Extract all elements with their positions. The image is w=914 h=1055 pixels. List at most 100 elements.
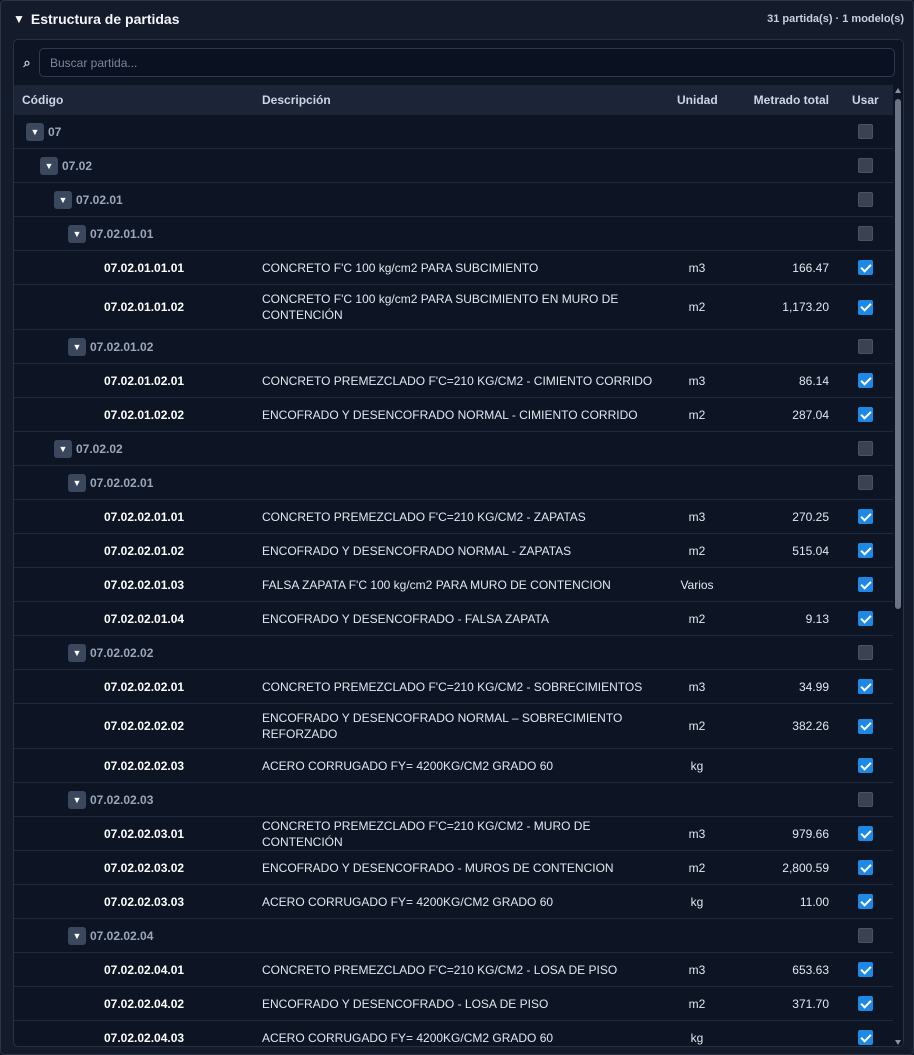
use-checkbox[interactable] <box>858 577 873 592</box>
table-row[interactable]: 07.02.02.03.03 ACERO CORRUGADO FY= 4200KG… <box>14 885 893 919</box>
column-header-quantity[interactable]: Metrado total <box>754 93 829 107</box>
use-cell <box>858 851 873 884</box>
vertical-scrollbar[interactable] <box>893 85 903 1046</box>
use-checkbox[interactable] <box>858 192 873 207</box>
scroll-up-arrow-icon[interactable] <box>895 88 901 93</box>
table-row[interactable]: 07.02.01.02.02 ENCOFRADO Y DESENCOFRADO N… <box>14 398 893 432</box>
table-row[interactable]: 07.02.02.03.01 CONCRETO PREMEZCLADO F'C=2… <box>14 817 893 851</box>
description-cell: ENCOFRADO Y DESENCOFRADO - MUROS DE CONT… <box>262 860 614 875</box>
use-checkbox[interactable] <box>858 339 873 354</box>
use-checkbox[interactable] <box>858 792 873 807</box>
scroll-down-arrow-icon[interactable] <box>895 1040 901 1045</box>
group-row[interactable]: ▼ 07.02 <box>14 149 893 183</box>
use-checkbox[interactable] <box>858 260 873 275</box>
expand-toggle-icon[interactable]: ▼ <box>68 224 86 243</box>
table-row[interactable]: 07.02.02.04.01 CONCRETO PREMEZCLADO F'C=2… <box>14 953 893 987</box>
table-row[interactable]: 07.02.02.01.02 ENCOFRADO Y DESENCOFRADO N… <box>14 534 893 568</box>
use-checkbox[interactable] <box>858 124 873 139</box>
code-text: 07.02.01 <box>76 192 123 207</box>
table-row[interactable]: 07.02.02.04.03 ACERO CORRUGADO FY= 4200KG… <box>14 1021 893 1046</box>
use-checkbox[interactable] <box>858 299 873 315</box>
panel-collapse-toggle[interactable]: ▼ Estructura de partidas <box>13 11 180 27</box>
use-checkbox[interactable] <box>858 407 873 422</box>
code-cell: 07.02.01.01.02 <box>104 285 184 329</box>
description-cell: ENCOFRADO Y DESENCOFRADO NORMAL - ZAPATA… <box>262 543 572 558</box>
code-text: 07.02 <box>62 158 93 173</box>
code-text: 07.02.02.04 <box>90 928 154 943</box>
use-checkbox[interactable] <box>858 679 873 694</box>
use-cell <box>858 953 873 986</box>
table-row[interactable]: 07.02.02.03.02 ENCOFRADO Y DESENCOFRADO -… <box>14 851 893 885</box>
expand-toggle-icon[interactable]: ▼ <box>68 337 86 356</box>
quantity-cell: 287.04 <box>792 407 829 422</box>
group-row[interactable]: ▼ 07 <box>14 115 893 149</box>
panel-header: ▼ Estructura de partidas 31 partida(s) ·… <box>1 1 913 37</box>
use-checkbox[interactable] <box>858 475 873 490</box>
use-checkbox[interactable] <box>858 962 873 977</box>
description-cell: ACERO CORRUGADO FY= 4200KG/CM2 GRADO 60 <box>262 758 554 773</box>
group-row[interactable]: ▼ 07.02.01.02 <box>14 330 893 364</box>
table-row[interactable]: 07.02.02.02.02 ENCOFRADO Y DESENCOFRADO N… <box>14 704 893 749</box>
expand-toggle-icon[interactable]: ▼ <box>26 122 44 141</box>
expand-toggle-icon[interactable]: ▼ <box>68 926 86 945</box>
search-input[interactable] <box>39 48 895 77</box>
use-checkbox[interactable] <box>858 894 873 909</box>
table-row[interactable]: 07.02.02.02.03 ACERO CORRUGADO FY= 4200KG… <box>14 749 893 783</box>
group-row[interactable]: ▼ 07.02.02.02 <box>14 636 893 670</box>
use-checkbox[interactable] <box>858 826 873 841</box>
expand-toggle-icon[interactable]: ▼ <box>68 643 86 662</box>
use-checkbox[interactable] <box>858 928 873 943</box>
code-cell: ▼ 07.02.02.02 <box>68 636 153 669</box>
column-header-use[interactable]: Usar <box>852 93 879 107</box>
code-text: 07.02.02.04.03 <box>104 1030 185 1045</box>
use-checkbox[interactable] <box>858 226 873 241</box>
use-checkbox[interactable] <box>858 645 873 660</box>
code-text: 07.02.02.03.02 <box>104 860 185 875</box>
code-text: 07.02.01.01 <box>90 226 154 241</box>
use-checkbox[interactable] <box>858 860 873 875</box>
use-checkbox[interactable] <box>858 758 873 773</box>
table-row[interactable]: 07.02.02.01.01 CONCRETO PREMEZCLADO F'C=2… <box>14 500 893 534</box>
use-checkbox[interactable] <box>858 611 873 626</box>
group-row[interactable]: ▼ 07.02.02.01 <box>14 466 893 500</box>
use-checkbox[interactable] <box>858 509 873 524</box>
table-row[interactable]: 07.02.01.01.02 CONCRETO F'C 100 kg/cm2 PA… <box>14 285 893 330</box>
expand-toggle-icon[interactable]: ▼ <box>54 439 72 458</box>
table-row[interactable]: 07.02.01.02.01 CONCRETO PREMEZCLADO F'C=2… <box>14 364 893 398</box>
description-cell: CONCRETO PREMEZCLADO F'C=210 KG/CM2 - CI… <box>262 373 653 388</box>
use-checkbox[interactable] <box>858 441 873 456</box>
use-checkbox[interactable] <box>858 718 873 734</box>
use-checkbox[interactable] <box>858 996 873 1011</box>
panel-title: Estructura de partidas <box>30 11 180 27</box>
group-row[interactable]: ▼ 07.02.01.01 <box>14 217 893 251</box>
table-row[interactable]: 07.02.02.01.04 ENCOFRADO Y DESENCOFRADO -… <box>14 602 893 636</box>
expand-toggle-icon[interactable]: ▼ <box>68 790 86 809</box>
unit-cell: m2 <box>688 996 706 1011</box>
expand-toggle-icon[interactable]: ▼ <box>40 156 58 175</box>
column-header-description[interactable]: Descripción <box>262 93 331 107</box>
group-row[interactable]: ▼ 07.02.01 <box>14 183 893 217</box>
group-row[interactable]: ▼ 07.02.02 <box>14 432 893 466</box>
use-cell <box>858 149 873 182</box>
table-row[interactable]: 07.02.02.02.01 CONCRETO PREMEZCLADO F'C=2… <box>14 670 893 704</box>
table-row[interactable]: 07.02.02.04.02 ENCOFRADO Y DESENCOFRADO -… <box>14 987 893 1021</box>
use-checkbox[interactable] <box>858 373 873 388</box>
description-cell: FALSA ZAPATA F'C 100 kg/cm2 PARA MURO DE… <box>262 577 611 592</box>
column-header-code[interactable]: Código <box>22 93 63 107</box>
column-header-unit[interactable]: Unidad <box>677 93 718 107</box>
expand-toggle-icon[interactable]: ▼ <box>54 190 72 209</box>
code-cell: 07.02.01.02.02 <box>104 398 184 431</box>
expand-toggle-icon[interactable]: ▼ <box>68 473 86 492</box>
group-row[interactable]: ▼ 07.02.02.04 <box>14 919 893 953</box>
scroll-thumb[interactable] <box>895 99 901 609</box>
group-row[interactable]: ▼ 07.02.02.03 <box>14 783 893 817</box>
use-checkbox[interactable] <box>858 543 873 558</box>
code-text: 07.02.01.01.01 <box>104 260 185 275</box>
table-row[interactable]: 07.02.01.01.01 CONCRETO F'C 100 kg/cm2 PA… <box>14 251 893 285</box>
unit-cell: kg <box>690 1030 704 1045</box>
quantity-cell: 1,173.20 <box>782 300 829 314</box>
use-cell <box>858 670 873 703</box>
table-row[interactable]: 07.02.02.01.03 FALSA ZAPATA F'C 100 kg/cm… <box>14 568 893 602</box>
use-checkbox[interactable] <box>858 158 873 173</box>
use-checkbox[interactable] <box>858 1030 873 1045</box>
